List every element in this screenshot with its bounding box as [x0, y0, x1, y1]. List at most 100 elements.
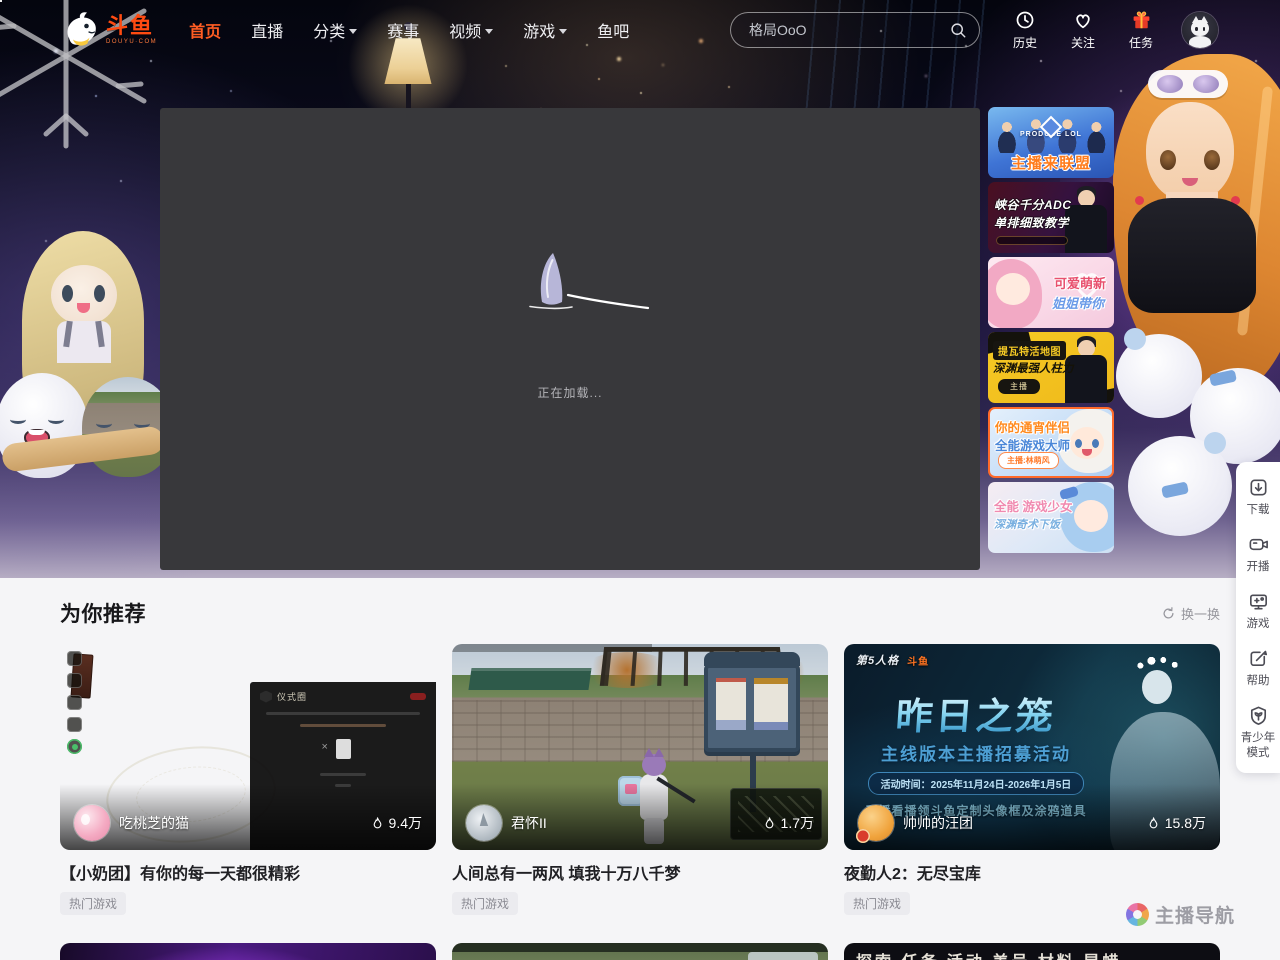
user-avatar[interactable]	[1182, 12, 1218, 48]
bulletin-board-art	[704, 664, 800, 752]
recommend-section: 为你推荐 换一换 仪式圈	[0, 578, 1280, 960]
logo-subtext: DOUYU·COM	[106, 39, 157, 45]
banner-adc-teaching[interactable]: 峡谷千分ADC 单排细致教学	[988, 182, 1114, 253]
stream-thumbnail[interactable]: 君怀II 1.7万	[452, 644, 828, 850]
game-monitor-icon	[1247, 590, 1270, 613]
douyu-shark-icon	[60, 11, 102, 49]
event-subtitle: 主线版本主播招募活动	[844, 740, 1108, 765]
loading-text: 正在加载...	[160, 384, 980, 401]
teen-shield-icon	[1247, 704, 1270, 727]
tasks-button[interactable]: 任务	[1124, 9, 1158, 51]
clock-icon	[1014, 9, 1036, 31]
streamer-name: 君怀II	[511, 813, 762, 833]
stream-card[interactable]: 仪式圈 吃桃芝的猫 9.4万	[60, 644, 436, 915]
category-tag[interactable]: 热门游戏	[60, 892, 126, 915]
banner-streamer-pill: 主播	[998, 379, 1040, 394]
search-input[interactable]	[749, 22, 949, 38]
event-title: 昨日之笼	[844, 686, 1110, 740]
banner-title: 主播来联盟	[988, 152, 1114, 173]
card-grid-row2: 探索 任务 活动 美号 材料 昆蜡	[60, 943, 1220, 960]
refresh-icon	[1161, 606, 1176, 621]
streamer-name: 帅帅的汪团	[903, 813, 1146, 833]
nav-videos[interactable]: 视频	[449, 18, 493, 42]
refresh-button[interactable]: 换一换	[1161, 604, 1220, 623]
banner-lol-alliance[interactable]: PRODUCE LOL 主播来联盟	[988, 107, 1114, 178]
nav-categories[interactable]: 分类	[313, 18, 357, 42]
banner-line2: 深渊奇术下饭	[994, 516, 1060, 532]
pinwheel-icon	[1126, 903, 1149, 926]
banner-line1: 峡谷千分ADC	[994, 196, 1072, 213]
game-center-button[interactable]: 游戏	[1236, 590, 1280, 632]
stream-thumbnail-partial[interactable]	[452, 943, 828, 960]
gift-icon	[1130, 9, 1153, 31]
stream-thumbnail[interactable]: 第5人格 斗鱼 昨日之笼 主线版本主播招募活动 活动时间：2025年11月24日…	[844, 644, 1220, 850]
stream-thumbnail[interactable]: 仪式圈 吃桃芝的猫 9.4万	[60, 644, 436, 850]
history-button[interactable]: 历史	[1008, 9, 1042, 51]
viewer-count: 9.4万	[370, 813, 422, 833]
chevron-down-icon	[559, 29, 567, 34]
category-tag[interactable]: 热门游戏	[844, 892, 910, 915]
banner-cute-newbie[interactable]: 可爱萌新 姐姐带你	[988, 257, 1114, 328]
search-icon[interactable]	[949, 21, 967, 39]
download-icon	[1247, 476, 1270, 499]
main-nav: 首页 直播 分类 赛事 视频 游戏 鱼吧	[189, 18, 629, 42]
banner-line1: 你的通宵伴侣	[995, 417, 1070, 436]
section-title: 为你推荐	[60, 598, 146, 628]
hot-flame-icon	[762, 816, 777, 831]
streamer-avatar[interactable]	[74, 805, 110, 841]
banner-streamer-pill: 主播:林萌风	[998, 452, 1059, 469]
banner-line2: 姐姐带你	[1052, 293, 1104, 312]
figure-art	[1070, 427, 1104, 459]
live-player[interactable]: 正在加载...	[160, 108, 980, 570]
stream-card[interactable]: 第5人格 斗鱼 昨日之笼 主线版本主播招募活动 活动时间：2025年11月24日…	[844, 644, 1220, 915]
heart-icon	[1072, 9, 1094, 31]
streamer-name: 吃桃芝的猫	[119, 813, 370, 833]
nav-esports[interactable]: 赛事	[387, 18, 419, 42]
figure-art	[996, 273, 1030, 305]
streamer-avatar[interactable]	[858, 805, 894, 841]
follow-button[interactable]: 关注	[1066, 9, 1100, 51]
thumbnail-caption: 探索 任务 活动 美号 材料 昆蜡	[856, 948, 1121, 960]
viewer-count: 15.8万	[1146, 813, 1206, 833]
category-tag[interactable]: 热门游戏	[452, 892, 518, 915]
feedback-pencil-icon	[1247, 647, 1270, 670]
download-button[interactable]: 下载	[1236, 476, 1280, 518]
top-navbar: 斗鱼 DOUYU·COM 首页 直播 分类 赛事 视频 游戏 鱼吧 历史	[0, 0, 1280, 60]
banner-teyvat-map[interactable]: 提瓦特活地图 深渊最强人柱力 主播	[988, 332, 1114, 403]
viewer-count: 1.7万	[762, 813, 814, 833]
hot-flame-icon	[1146, 816, 1161, 831]
card-grid: 仪式圈 吃桃芝的猫 9.4万	[60, 644, 1220, 915]
stream-title[interactable]: 【小奶团】有你的每一天都很精彩	[60, 860, 436, 884]
stream-thumbnail-partial[interactable]: 探索 任务 活动 美号 材料 昆蜡	[844, 943, 1220, 960]
streamer-avatar[interactable]	[466, 805, 502, 841]
banner-game-girl[interactable]: 全能 游戏少女 深渊奇术下饭	[988, 482, 1114, 553]
search-box[interactable]	[730, 12, 980, 48]
banner-line1: 提瓦特活地图	[993, 341, 1066, 360]
stream-thumbnail-partial[interactable]	[60, 943, 436, 960]
banner-caption-bar	[996, 236, 1068, 245]
banner-night-companion-highlighted[interactable]: 你的通宵伴侣 全能游戏大师 主播:林萌风	[988, 407, 1114, 478]
nav-yuba[interactable]: 鱼吧	[597, 18, 629, 42]
nav-games[interactable]: 游戏	[523, 18, 567, 42]
stream-title[interactable]: 人间总有一两风 填我十万八千梦	[452, 860, 828, 884]
douyu-brand-badge: 斗鱼	[907, 653, 929, 668]
figure-art	[1074, 500, 1108, 532]
side-toolbar: 下载 开播 游戏 帮助 青少年模式	[1236, 462, 1280, 773]
game-badge: 第5人格	[856, 652, 899, 668]
chevron-down-icon	[349, 29, 357, 34]
promo-banner-list: PRODUCE LOL 主播来联盟 峡谷千分ADC 单排细致教学 可爱萌新 姐姐…	[988, 107, 1114, 570]
nav-live[interactable]: 直播	[251, 18, 283, 42]
start-stream-button[interactable]: 开播	[1236, 533, 1280, 575]
chevron-down-icon	[485, 29, 493, 34]
teen-mode-button[interactable]: 青少年模式	[1236, 704, 1280, 761]
shark-fin-loader-icon	[512, 250, 660, 314]
stream-title[interactable]: 夜勤人2：无尽宝库	[844, 860, 1220, 884]
help-button[interactable]: 帮助	[1236, 647, 1280, 689]
nav-home[interactable]: 首页	[189, 18, 221, 42]
logo-wordmark: 斗鱼	[106, 15, 157, 37]
banner-badge: PRODUCE LOL	[988, 131, 1114, 138]
camera-icon	[1247, 533, 1270, 556]
stream-card[interactable]: 君怀II 1.7万 人间总有一两风 填我十万八千梦 热门游戏	[452, 644, 828, 915]
douyu-logo[interactable]: 斗鱼 DOUYU·COM	[60, 11, 157, 49]
banner-line2: 深渊最强人柱力	[993, 360, 1074, 376]
